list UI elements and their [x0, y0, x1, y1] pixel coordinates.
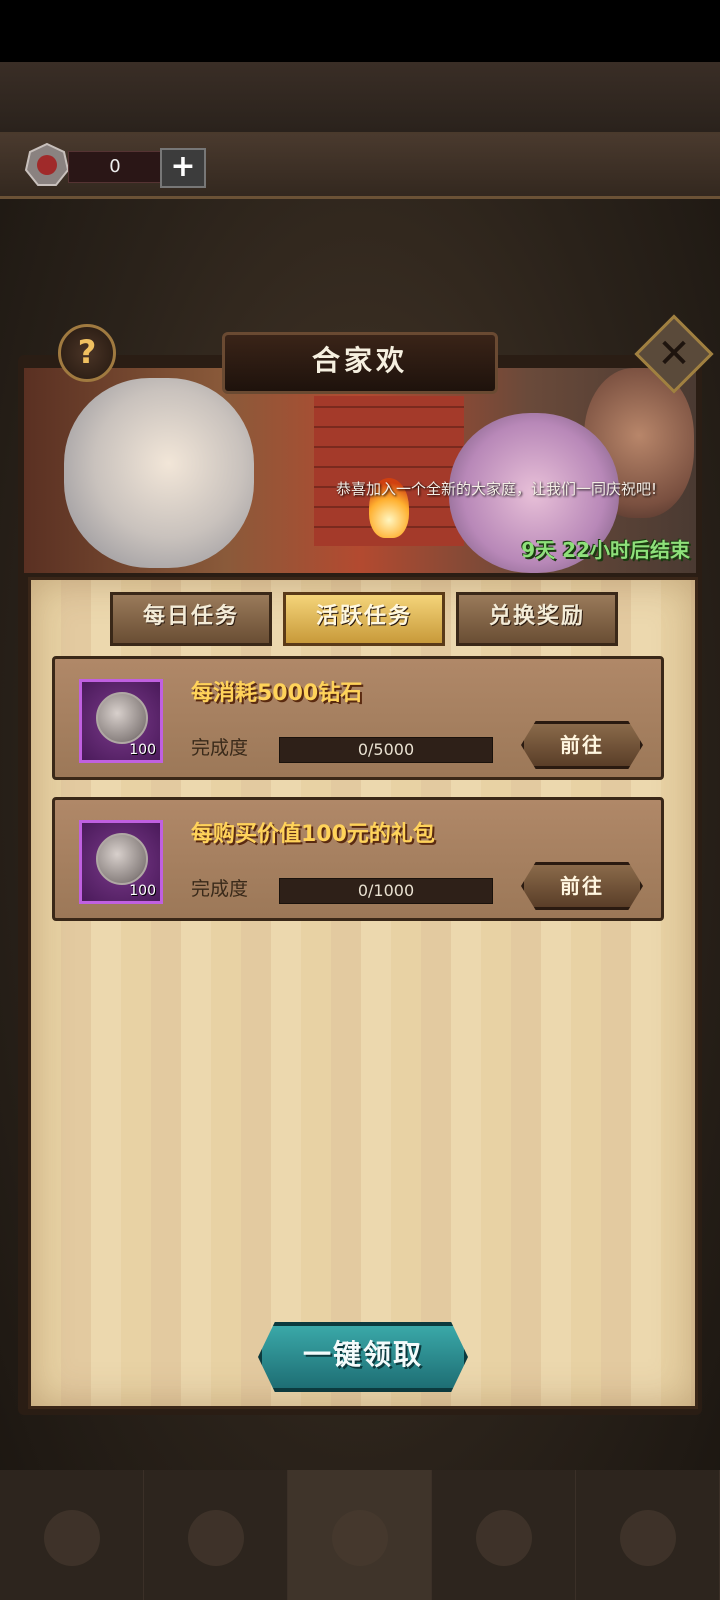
close-icon[interactable]: ✕ — [646, 326, 702, 382]
nav-slot-3[interactable] — [288, 1470, 432, 1600]
reward-count: 100 — [129, 742, 156, 758]
dialog-title: 合家欢 — [222, 332, 498, 394]
event-countdown: 9天 22小时后结束 — [521, 538, 690, 562]
character-art-left — [64, 378, 254, 568]
banner-message: 恭喜加入一个全新的大家庭，让我们一同庆祝吧! — [336, 480, 658, 498]
reward-count: 100 — [129, 883, 156, 899]
currency-bar: 0 + — [0, 134, 720, 199]
nav-slot-4[interactable] — [432, 1470, 576, 1600]
reward-item[interactable]: 100 — [79, 820, 163, 904]
tab-active-tasks[interactable]: 活跃任务 — [283, 592, 445, 646]
nav-icon — [619, 1510, 676, 1566]
reward-item[interactable]: 100 — [79, 679, 163, 763]
currency-value: 0 — [68, 151, 162, 183]
add-currency-button[interactable]: + — [160, 148, 206, 188]
nav-slot-2[interactable] — [144, 1470, 288, 1600]
tab-daily-tasks[interactable]: 每日任务 — [110, 592, 272, 646]
task-title: 每购买价值100元的礼包 — [191, 822, 435, 847]
nav-icon — [475, 1510, 532, 1566]
progress-text: 0/1000 — [357, 881, 415, 900]
task-card: 100 每消耗5000钻石 完成度 0/5000 前往 — [52, 656, 664, 780]
claim-all-button[interactable]: 一键领取 — [258, 1322, 468, 1392]
progress-label: 完成度 — [191, 737, 249, 759]
nav-icon — [43, 1510, 100, 1566]
nav-slot-1[interactable] — [0, 1470, 144, 1600]
progress-bar: 0/5000 — [279, 737, 493, 763]
event-banner: 恭喜加入一个全新的大家庭，让我们一同庆祝吧! 9天 22小时后结束 — [24, 368, 696, 573]
progress-text: 0/5000 — [357, 740, 415, 759]
go-button[interactable]: 前往 — [521, 862, 643, 910]
progress-label: 完成度 — [191, 878, 249, 900]
gem-icon — [96, 833, 148, 885]
top-bar — [0, 62, 720, 134]
gem-icon — [96, 692, 148, 744]
nav-icon — [331, 1510, 388, 1566]
tab-exchange-rewards[interactable]: 兑换奖励 — [456, 592, 618, 646]
progress-bar: 0/1000 — [279, 878, 493, 904]
task-card: 100 每购买价值100元的礼包 完成度 0/1000 前往 — [52, 797, 664, 921]
help-button[interactable]: ? — [58, 324, 116, 382]
go-button[interactable]: 前往 — [521, 721, 643, 769]
nav-slot-5[interactable] — [576, 1470, 720, 1600]
task-title: 每消耗5000钻石 — [191, 681, 363, 706]
nav-icon — [187, 1510, 244, 1566]
gem-currency-icon — [24, 142, 70, 188]
bottom-nav — [0, 1470, 720, 1600]
status-bar — [0, 0, 720, 62]
